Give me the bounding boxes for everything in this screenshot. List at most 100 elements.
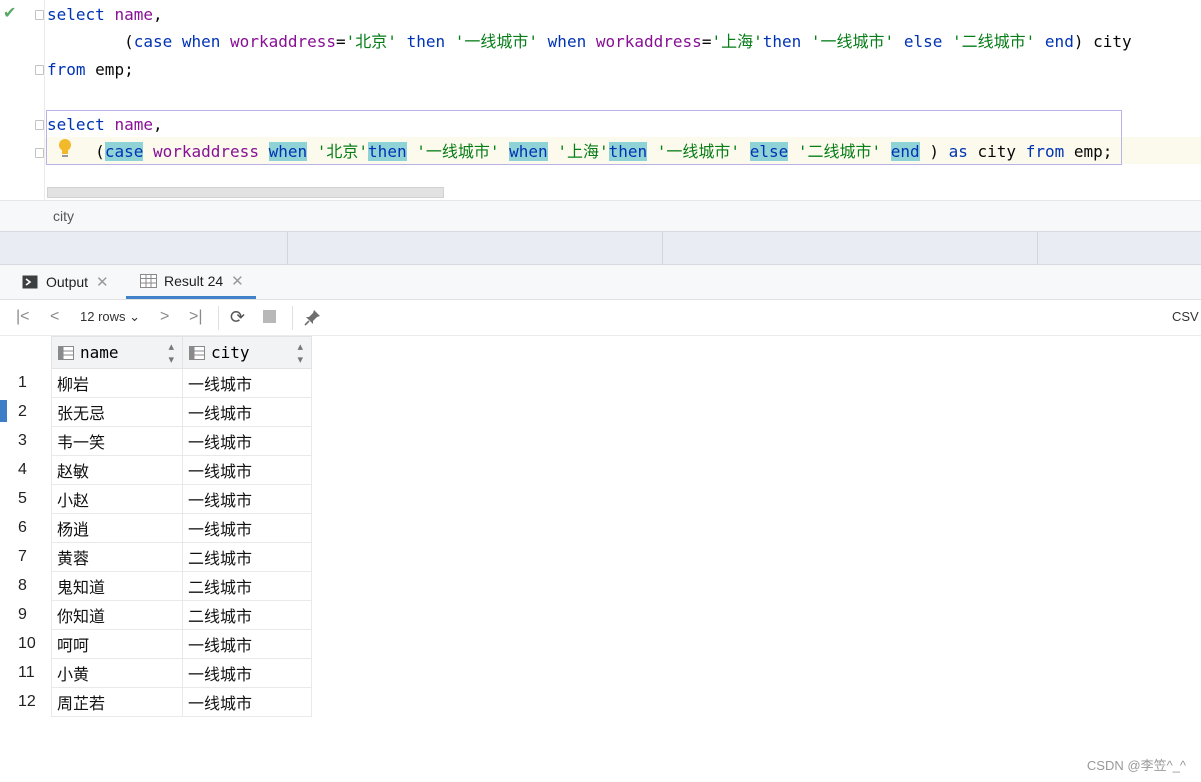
table-row[interactable]: 4 赵敏 一线城市 bbox=[7, 455, 312, 485]
row-number-header bbox=[7, 336, 52, 369]
code-line-1[interactable]: select name, bbox=[47, 1, 163, 28]
table-row[interactable]: 2 张无忌 一线城市 bbox=[7, 397, 312, 427]
cell-city[interactable]: 一线城市 bbox=[182, 513, 312, 543]
table-row[interactable]: 12 周芷若 一线城市 bbox=[7, 687, 312, 717]
row-number[interactable]: 6 bbox=[7, 513, 52, 543]
cell-name[interactable]: 小黄 bbox=[51, 658, 183, 688]
string-literal: '北京' bbox=[316, 142, 369, 161]
cell-name[interactable]: 小赵 bbox=[51, 484, 183, 514]
table-row[interactable]: 9 你知道 二线城市 bbox=[7, 600, 312, 630]
row-number[interactable]: 7 bbox=[7, 542, 52, 572]
row-number[interactable]: 10 bbox=[7, 629, 52, 659]
cell-name[interactable]: 黄蓉 bbox=[51, 542, 183, 572]
row-number[interactable]: 12 bbox=[7, 687, 52, 717]
first-page-icon[interactable]: |< bbox=[16, 307, 30, 327]
editor-gutter: ✔ bbox=[0, 0, 44, 200]
cell-city[interactable]: 二线城市 bbox=[182, 542, 312, 572]
cell-city[interactable]: 一线城市 bbox=[182, 687, 312, 717]
cell-name[interactable]: 鬼知道 bbox=[51, 571, 183, 601]
last-page-icon[interactable]: >| bbox=[189, 307, 203, 327]
cell-city[interactable]: 二线城市 bbox=[182, 571, 312, 601]
table-row[interactable]: 5 小赵 一线城市 bbox=[7, 484, 312, 514]
cell-city[interactable]: 一线城市 bbox=[182, 658, 312, 688]
cell-city[interactable]: 二线城市 bbox=[182, 600, 312, 630]
code-line-5[interactable]: (case workaddress when '北京'then '一线城市' w… bbox=[47, 138, 1112, 165]
stop-icon[interactable] bbox=[263, 307, 276, 327]
string-literal: '上海' bbox=[557, 142, 609, 161]
close-icon[interactable]: ✕ bbox=[96, 273, 109, 291]
keyword: select bbox=[47, 5, 105, 24]
table-icon bbox=[140, 273, 157, 288]
punct: , bbox=[152, 5, 163, 24]
sql-editor[interactable]: ✔ select name, (case when workaddress='北… bbox=[0, 0, 1201, 200]
row-number[interactable]: 4 bbox=[7, 455, 52, 485]
row-number[interactable]: 9 bbox=[7, 600, 52, 630]
cell-city[interactable]: 一线城市 bbox=[182, 368, 312, 398]
keyword: end bbox=[1044, 32, 1074, 51]
string-literal: '一线城市' bbox=[454, 32, 539, 51]
fold-marker-icon[interactable] bbox=[35, 65, 44, 75]
table-row[interactable]: 11 小黄 一线城市 bbox=[7, 658, 312, 688]
tab-output[interactable]: Output ✕ bbox=[22, 265, 122, 299]
keyword: end bbox=[890, 142, 920, 161]
fold-marker-icon[interactable] bbox=[35, 148, 44, 158]
table-row[interactable]: 10 呵呵 一线城市 bbox=[7, 629, 312, 659]
column-header-name[interactable]: name ▴ ▾ bbox=[51, 336, 183, 369]
code-line-3[interactable]: from emp; bbox=[47, 56, 134, 83]
result-grid[interactable]: name ▴ ▾ city ▴ ▾ 1 柳岩 一线城市 2 张无忌 一线城市 3 韦一笑 一线城市 4… bbox=[7, 336, 312, 717]
toolbar-separator bbox=[218, 306, 219, 330]
row-number[interactable]: 8 bbox=[7, 571, 52, 601]
previous-page-icon[interactable]: < bbox=[50, 307, 59, 327]
sort-icon[interactable]: ▴ ▾ bbox=[168, 340, 174, 366]
table-row[interactable]: 1 柳岩 一线城市 bbox=[7, 368, 312, 398]
table-row[interactable]: 7 黄蓉 二线城市 bbox=[7, 542, 312, 572]
code-line-4[interactable]: select name, bbox=[47, 111, 163, 138]
horizontal-scrollbar[interactable] bbox=[47, 187, 444, 198]
cell-name[interactable]: 赵敏 bbox=[51, 455, 183, 485]
code-line-2[interactable]: (case when workaddress='北京' then '一线城市' … bbox=[47, 28, 1132, 55]
table-row[interactable]: 6 杨逍 一线城市 bbox=[7, 513, 312, 543]
export-csv-button[interactable]: CSV bbox=[1172, 307, 1199, 327]
rows-dropdown[interactable]: 12 rows ⌄ bbox=[80, 307, 140, 327]
cell-city[interactable]: 一线城市 bbox=[182, 397, 312, 427]
row-number[interactable]: 11 bbox=[7, 658, 52, 688]
breadcrumb[interactable]: city bbox=[53, 208, 74, 224]
cell-city[interactable]: 一线城市 bbox=[182, 629, 312, 659]
cell-name[interactable]: 柳岩 bbox=[51, 368, 183, 398]
cell-city[interactable]: 一线城市 bbox=[182, 484, 312, 514]
row-number[interactable]: 1 bbox=[7, 368, 52, 398]
row-number[interactable]: 2 bbox=[7, 397, 52, 427]
cell-city[interactable]: 一线城市 bbox=[182, 426, 312, 456]
cell-name[interactable]: 周芷若 bbox=[51, 687, 183, 717]
tab-label: Result 24 bbox=[164, 272, 224, 289]
check-icon: ✔ bbox=[3, 5, 17, 22]
tab-result[interactable]: Result 24 ✕ bbox=[126, 265, 256, 299]
close-icon[interactable]: ✕ bbox=[231, 272, 244, 290]
cell-name[interactable]: 你知道 bbox=[51, 600, 183, 630]
column-icon bbox=[189, 345, 205, 360]
fold-marker-icon[interactable] bbox=[35, 120, 44, 130]
row-number[interactable]: 3 bbox=[7, 426, 52, 456]
fold-marker-icon[interactable] bbox=[35, 10, 44, 20]
cell-name[interactable]: 杨逍 bbox=[51, 513, 183, 543]
row-number[interactable]: 5 bbox=[7, 484, 52, 514]
result-toolbar: |< < 12 rows ⌄ > >| ⟳ CSV bbox=[0, 300, 1201, 336]
cell-name[interactable]: 呵呵 bbox=[51, 629, 183, 659]
sort-icon[interactable]: ▴ ▾ bbox=[297, 340, 303, 366]
column-header-city[interactable]: city ▴ ▾ bbox=[182, 336, 312, 369]
table-row[interactable]: 3 韦一笑 一线城市 bbox=[7, 426, 312, 456]
cell-name[interactable]: 韦一笑 bbox=[51, 426, 183, 456]
refresh-icon[interactable]: ⟳ bbox=[230, 307, 245, 327]
keyword: when bbox=[268, 142, 308, 161]
next-page-icon[interactable]: > bbox=[160, 307, 169, 327]
table-name: emp; bbox=[1073, 142, 1113, 161]
cell-city[interactable]: 一线城市 bbox=[182, 455, 312, 485]
pin-icon[interactable] bbox=[304, 307, 321, 327]
toolbar-separator bbox=[292, 306, 293, 330]
cell-name[interactable]: 张无忌 bbox=[51, 397, 183, 427]
string-literal: '北京' bbox=[345, 32, 397, 51]
string-literal: '二线城市' bbox=[797, 142, 882, 161]
table-row[interactable]: 8 鬼知道 二线城市 bbox=[7, 571, 312, 601]
table-name: emp; bbox=[95, 60, 134, 79]
panel-divider[interactable] bbox=[0, 231, 1201, 265]
